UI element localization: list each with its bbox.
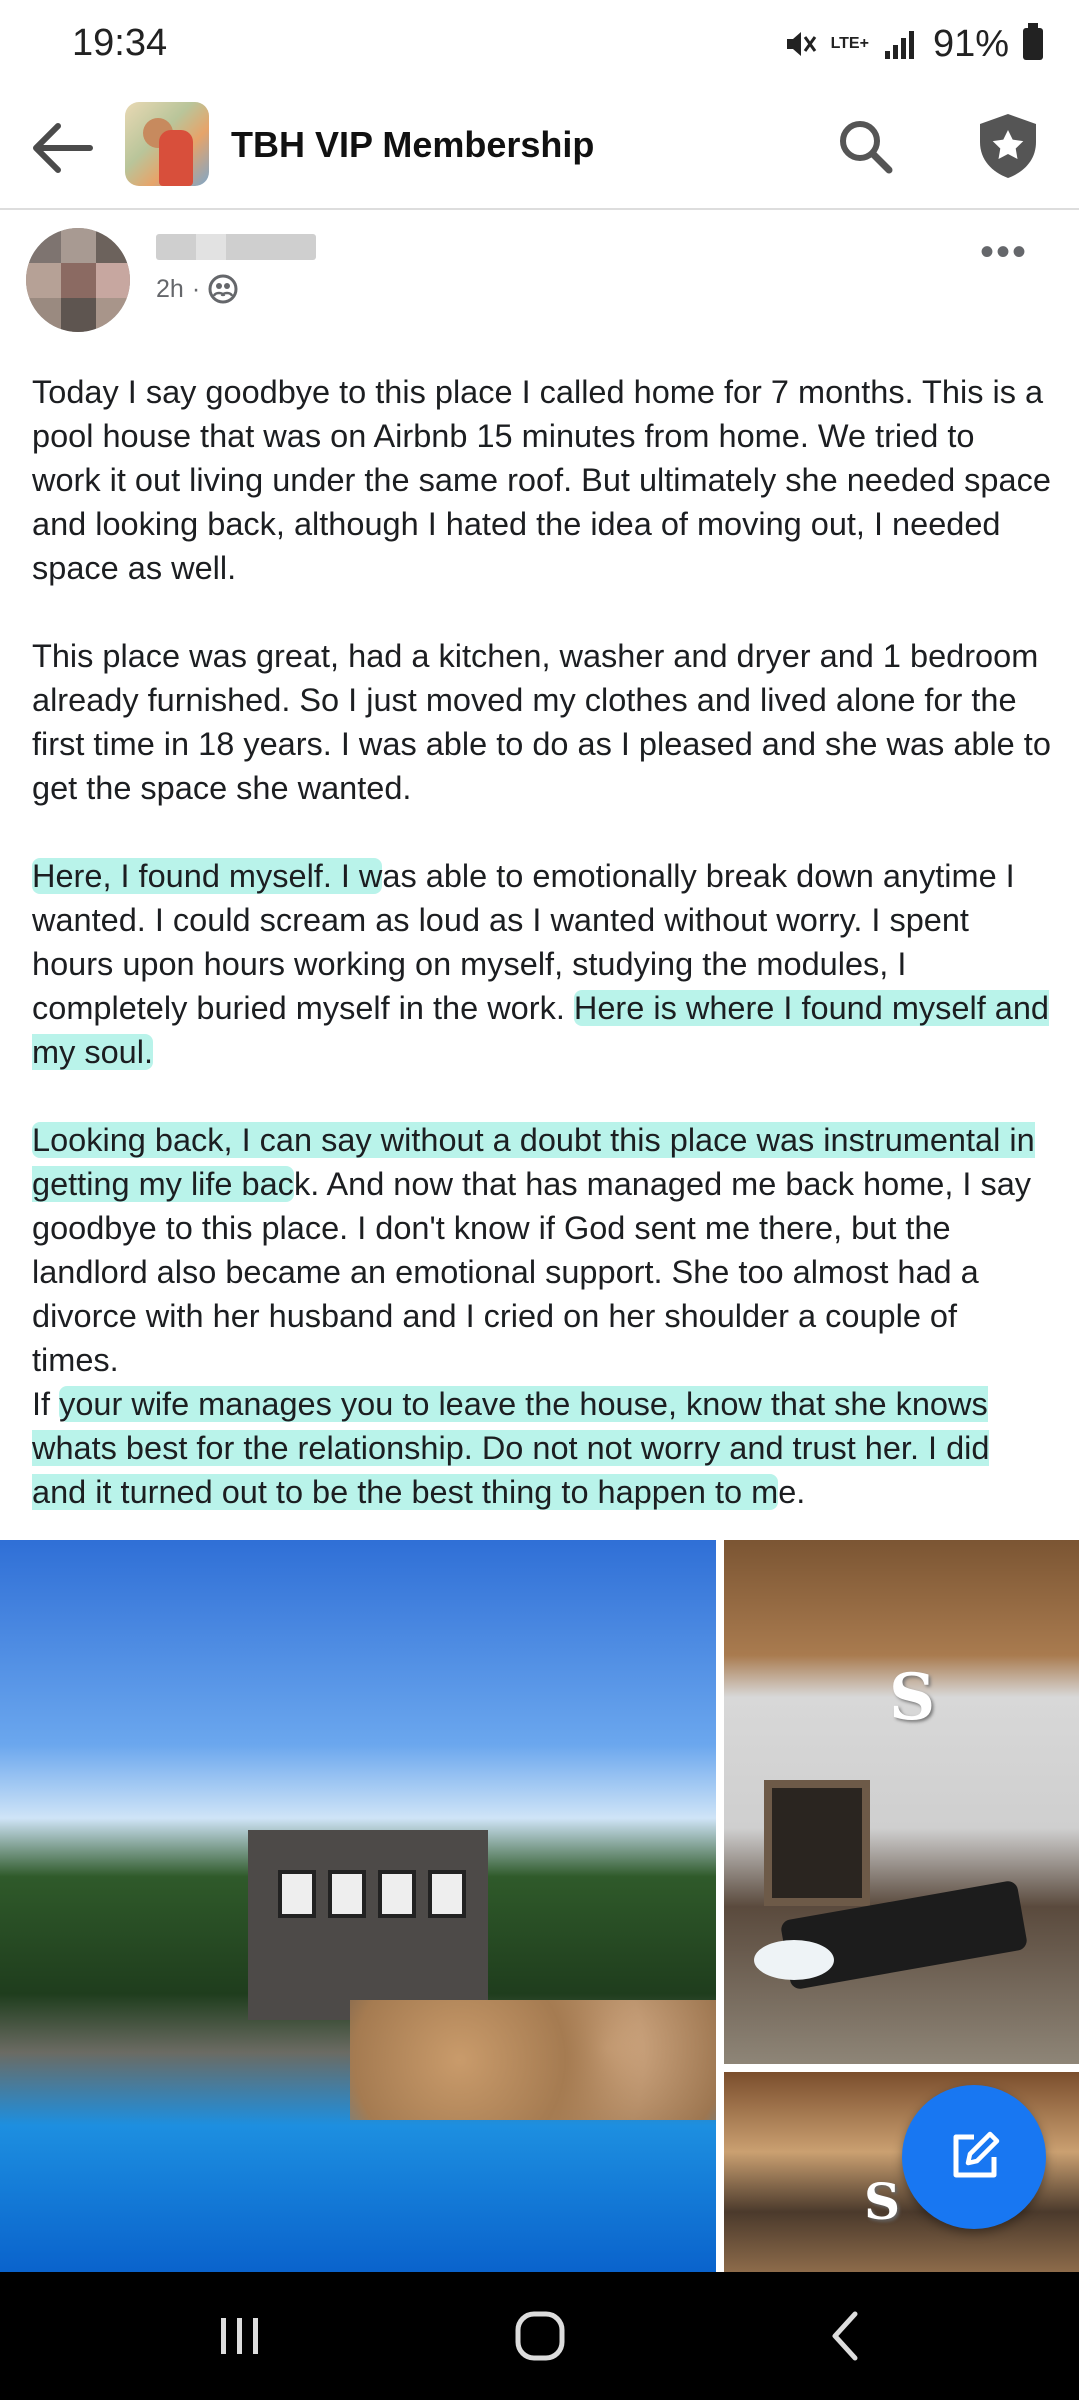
status-bar: 19:34 LTE+ 91%: [0, 0, 1079, 88]
house-shape: [248, 1830, 488, 2020]
battery-icon: [1023, 23, 1043, 60]
pool-house-exterior-photo[interactable]: [0, 1540, 716, 2272]
post-text-segment: This place was great, had a kitchen, was…: [32, 638, 1051, 806]
author-avatar[interactable]: [26, 228, 130, 332]
wall-letter-decor-2: S: [864, 2172, 901, 2231]
wall-letter-decor: S: [889, 1660, 936, 1735]
highlighted-text: your wife manages you to leave the house…: [32, 1386, 990, 1510]
home-icon[interactable]: [500, 2302, 580, 2370]
meta-separator: ·: [191, 274, 201, 303]
lte-indicator: LTE+: [830, 35, 869, 52]
post-paragraph: This place was great, had a kitchen, was…: [32, 634, 1052, 810]
post-text: Today I say goodbye to this place I call…: [32, 370, 1052, 1558]
status-icons: LTE+ 91%: [783, 22, 1043, 66]
group-avatar[interactable]: [125, 102, 209, 186]
search-icon[interactable]: [835, 116, 895, 176]
living-room-photo[interactable]: S: [724, 1540, 1079, 2064]
rocks-shape: [350, 2000, 716, 2120]
post-paragraph: Here, I found myself. I was able to emot…: [32, 854, 1052, 1074]
more-options-icon[interactable]: •••: [980, 230, 1028, 275]
post-paragraph: Looking back, I can say without a doubt …: [32, 1118, 1052, 1382]
post-time[interactable]: 2h: [156, 275, 184, 304]
back-arrow-icon[interactable]: [30, 118, 94, 178]
compose-button[interactable]: [902, 2085, 1046, 2229]
group-title[interactable]: TBH VIP Membership: [231, 124, 594, 166]
post-header: 2h · •••: [0, 210, 1079, 360]
post-text-segment: k. And now that: [293, 1166, 526, 1202]
back-icon[interactable]: [805, 2302, 885, 2370]
signal-icon: [884, 31, 914, 59]
post-text-segment: e.: [778, 1474, 806, 1510]
fireplace-shape: [764, 1780, 870, 1906]
shield-star-icon[interactable]: [976, 112, 1040, 180]
stool-shape: [754, 1940, 834, 1980]
post-meta: 2h ·: [156, 274, 238, 304]
post-text-segment: If: [32, 1386, 60, 1422]
post-paragraph: Today I say goodbye to this place I call…: [32, 370, 1052, 590]
highlighted-text: Here, I found myself. I w: [32, 858, 383, 894]
compose-icon: [953, 2131, 1000, 2178]
post-text-segment: Today I say goodbye to this place I call…: [32, 374, 1051, 586]
system-nav-bar: [0, 2272, 1079, 2400]
mute-icon: [786, 32, 816, 56]
status-time: 19:34: [72, 22, 168, 64]
battery-level: 91%: [932, 22, 1009, 65]
recent-apps-icon[interactable]: [200, 2302, 280, 2370]
post-paragraph: If your wife manages you to leave the ho…: [32, 1382, 1052, 1514]
app-bar: TBH VIP Membership: [0, 88, 1079, 210]
author-name-redacted[interactable]: [156, 234, 316, 260]
group-icon: [208, 274, 238, 304]
